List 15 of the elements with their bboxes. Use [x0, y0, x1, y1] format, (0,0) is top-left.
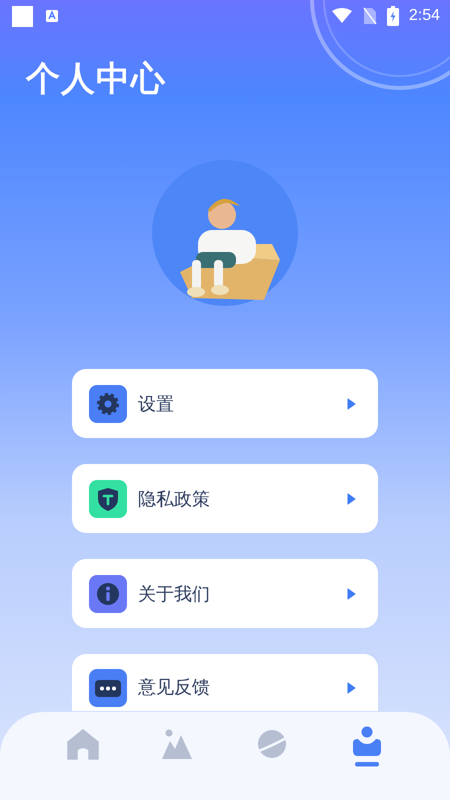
caret-icon: [347, 398, 356, 410]
clock-time: 2:54: [408, 7, 440, 25]
menu-item[interactable]: 设置: [72, 369, 378, 438]
menu-item[interactable]: 隐私政策: [72, 464, 378, 533]
no-sim-icon: [362, 7, 377, 25]
page-title: 个人中心: [26, 58, 167, 101]
battery-icon: [386, 6, 399, 26]
notification-icon: [12, 6, 33, 26]
caret-icon: [347, 492, 356, 504]
menu-item[interactable]: 意见反馈: [72, 654, 378, 711]
caret-icon: [347, 588, 356, 600]
menu-item[interactable]: 关于我们: [72, 559, 378, 628]
caret-icon: [347, 682, 356, 694]
wifi-icon: [330, 8, 353, 24]
keyboard-icon: [45, 9, 59, 23]
